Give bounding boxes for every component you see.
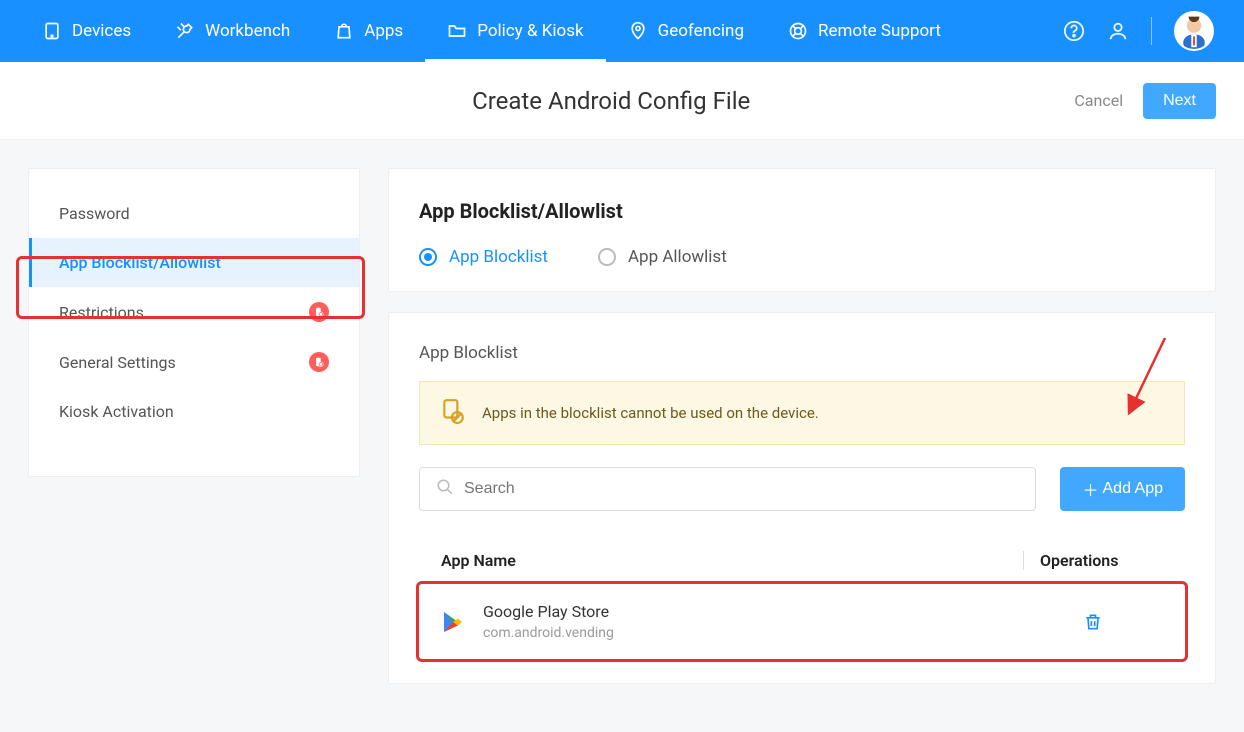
delete-button[interactable] [1083,612,1103,632]
help-icon[interactable] [1063,20,1085,42]
info-text: Apps in the blocklist cannot be used on … [482,404,819,422]
nav-label: Policy & Kiosk [477,21,583,41]
nav-geofencing[interactable]: Geofencing [606,0,766,62]
sidebar-item-blocklist[interactable]: App Blocklist/Allowlist [29,238,359,287]
lifebuoy-icon [788,21,808,41]
search-input-wrap[interactable] [419,467,1036,511]
col-operations: Operations [1023,551,1163,570]
sidebar-item-label: App Blocklist/Allowlist [59,253,221,272]
panel-blocklist: App Blocklist Apps in the blocklist cann… [388,312,1216,684]
avatar[interactable] [1174,11,1214,51]
radio-icon [419,248,437,266]
next-button[interactable]: Next [1143,83,1216,119]
device-badge-icon [309,352,329,372]
sidebar-item-label: Kiosk Activation [59,402,174,421]
tablet-icon [42,21,62,41]
col-app-name: App Name [441,551,1023,570]
page-header: Create Android Config File Cancel Next [0,62,1244,140]
section-title: App Blocklist [419,343,1185,363]
search-icon [436,478,454,500]
warn-icon [440,398,466,428]
panel-header: App Blocklist/Allowlist App Blocklist Ap… [388,168,1216,292]
user-group-icon[interactable] [1107,20,1129,42]
nav-apps[interactable]: Apps [312,0,425,62]
nav-policy-kiosk[interactable]: Policy & Kiosk [425,0,605,62]
app-package: com.android.vending [483,625,614,641]
table-header: App Name Operations [419,537,1185,584]
sidebar-item-kiosk[interactable]: Kiosk Activation [29,387,359,436]
bag-icon [334,21,354,41]
main: App Blocklist/Allowlist App Blocklist Ap… [388,168,1216,704]
top-nav: Devices Workbench Apps Policy & Kiosk Ge… [0,0,1244,62]
device-badge-icon [309,302,329,322]
sidebar-item-password[interactable]: Password [29,189,359,238]
info-banner: Apps in the blocklist cannot be used on … [419,381,1185,445]
nav-label: Workbench [205,21,290,41]
add-app-button[interactable]: ＋ Add App [1060,467,1185,511]
sidebar: Password App Blocklist/Allowlist Restric… [28,168,360,477]
sidebar-item-general[interactable]: General Settings [29,337,359,387]
radio-label: App Blocklist [449,247,548,267]
plus-icon: ＋ [1082,477,1098,501]
search-input[interactable] [464,480,1019,498]
nav-label: Remote Support [818,21,941,41]
app-name: Google Play Store [483,602,614,621]
panel-title: App Blocklist/Allowlist [419,199,1185,223]
radio-label: App Allowlist [628,247,727,267]
divider [1151,17,1152,45]
sidebar-item-label: Password [59,204,130,223]
sidebar-item-restrictions[interactable]: Restrictions [29,287,359,337]
radio-blocklist[interactable]: App Blocklist [419,247,548,267]
nav-remote-support[interactable]: Remote Support [766,0,963,62]
folder-icon [447,21,467,41]
sidebar-item-label: Restrictions [59,303,144,322]
add-app-label: Add App [1103,480,1164,498]
nav-label: Geofencing [658,21,744,41]
pin-icon [628,21,648,41]
sidebar-item-label: General Settings [59,353,176,372]
cancel-button[interactable]: Cancel [1074,91,1123,110]
nav-devices[interactable]: Devices [20,0,153,62]
tools-icon [175,21,195,41]
play-store-icon [441,610,465,634]
page-title: Create Android Config File [148,87,1074,115]
table-row: Google Play Store com.android.vending [419,584,1185,659]
nav-workbench[interactable]: Workbench [153,0,312,62]
nav-label: Apps [364,21,403,41]
radio-icon [598,248,616,266]
nav-label: Devices [72,21,131,41]
radio-allowlist[interactable]: App Allowlist [598,247,727,267]
